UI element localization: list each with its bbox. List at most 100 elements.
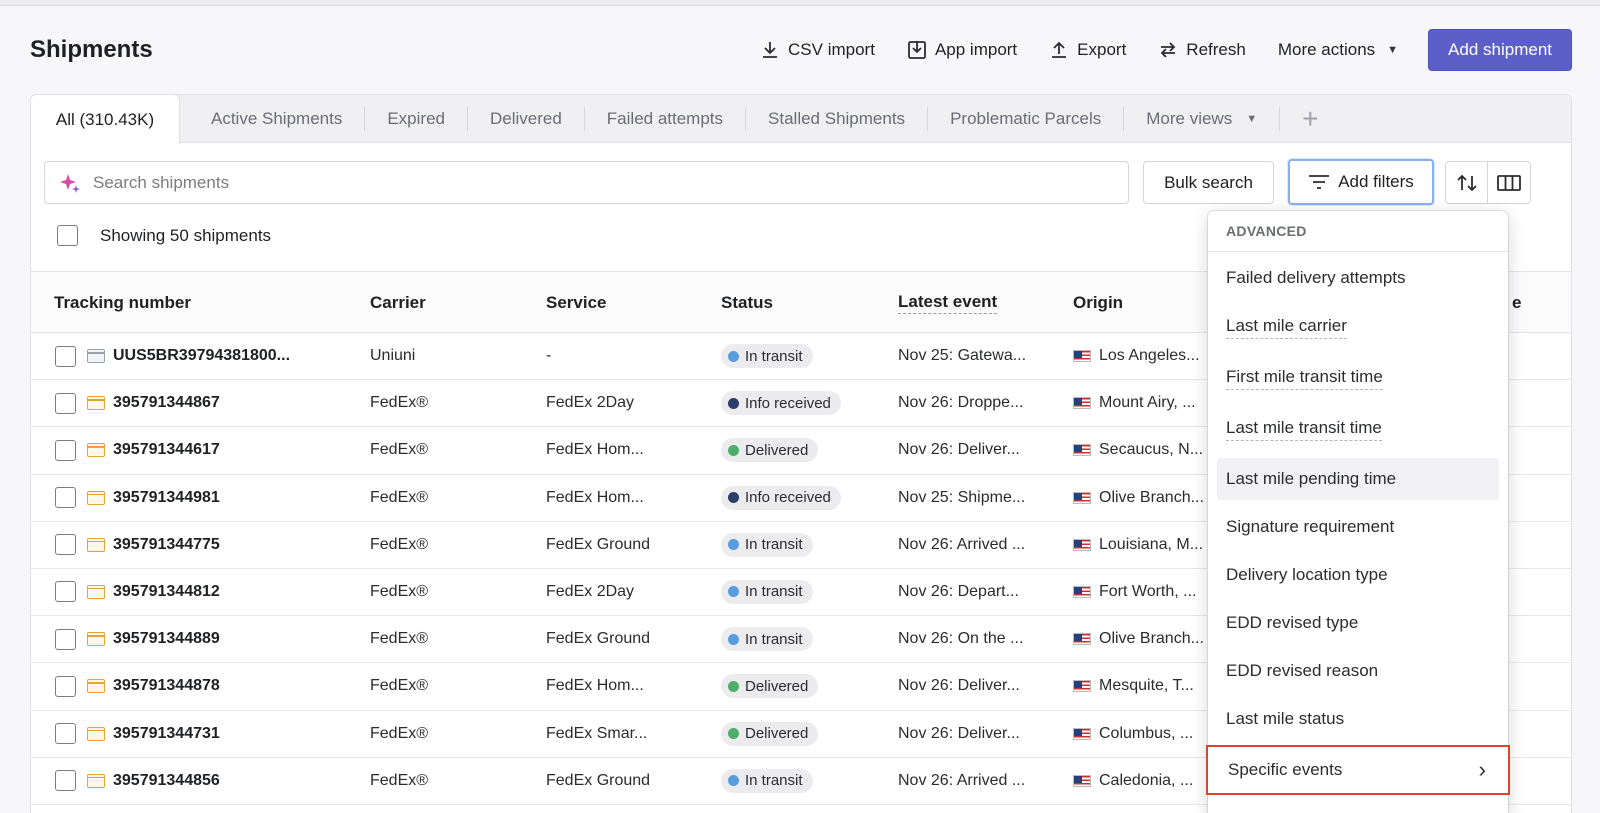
refresh-button[interactable]: Refresh	[1142, 30, 1262, 70]
filter-option[interactable]: First mile transit time	[1226, 367, 1383, 390]
tab-stalled-shipments[interactable]: Stalled Shipments	[746, 107, 929, 131]
column-header[interactable]: Carrier	[370, 272, 426, 333]
search-input[interactable]: Search shipments	[44, 161, 1129, 204]
tab-problematic-parcels[interactable]: Problematic Parcels	[928, 107, 1125, 131]
column-header[interactable]: e	[1512, 272, 1521, 333]
tab-expired[interactable]: Expired	[365, 107, 468, 131]
carrier-cell: FedEx®	[370, 488, 429, 506]
column-header[interactable]: Status	[721, 272, 773, 333]
bulk-search-button[interactable]: Bulk search	[1143, 161, 1274, 204]
carrier-cell: FedEx®	[370, 394, 429, 412]
filter-option[interactable]: Last mile status	[1226, 709, 1344, 729]
specific-events-label: Specific events	[1228, 760, 1343, 779]
filter-option[interactable]: EDD revised reason	[1226, 661, 1378, 681]
app-import-button[interactable]: App import	[891, 30, 1033, 70]
status-label: Info received	[745, 489, 831, 507]
column-header[interactable]: Tracking number	[54, 272, 191, 333]
filter-option[interactable]: Last mile transit time	[1226, 418, 1382, 441]
origin-label: Los Angeles...	[1099, 347, 1200, 364]
us-flag-icon	[1073, 491, 1091, 504]
sort-button[interactable]	[1446, 162, 1489, 203]
row-checkbox[interactable]	[55, 628, 76, 650]
row-checkbox[interactable]	[55, 487, 76, 509]
add-view-icon[interactable]: +	[1302, 105, 1318, 133]
dropdown-section-heading: ADVANCED	[1208, 211, 1508, 252]
status-dot-icon	[728, 680, 739, 692]
row-checkbox-cell	[55, 380, 76, 426]
row-checkbox[interactable]	[55, 534, 76, 556]
row-checkbox[interactable]	[55, 723, 76, 744]
tracking-number: 395791344731	[113, 724, 220, 742]
column-header[interactable]: Origin	[1073, 272, 1123, 333]
filter-option[interactable]: Signature requirement	[1226, 517, 1394, 537]
latest-event-cell: Nov 26: On the ...	[898, 630, 1024, 648]
carrier-cell: FedEx®	[370, 771, 429, 789]
tracking-cell[interactable]: UUS5BR39794381800...	[87, 333, 290, 379]
tracking-cell[interactable]: 395791344812	[87, 569, 220, 615]
tracking-cell[interactable]: 395791344775	[87, 522, 220, 568]
filter-option-label: First mile transit time	[1226, 367, 1383, 390]
filter-option-specific-events[interactable]: Specific events ›	[1206, 745, 1510, 795]
status-cell: Info received	[721, 475, 841, 521]
column-header-latest-event[interactable]: Latest event	[898, 272, 998, 333]
latest-event-cell: Nov 25: Shipme...	[898, 488, 1026, 506]
row-checkbox[interactable]	[55, 675, 76, 697]
origin-cell: Olive Branch...	[1073, 475, 1204, 521]
row-checkbox[interactable]	[55, 581, 76, 603]
tab-all[interactable]: All (310.43K)	[30, 94, 180, 144]
sparkle-icon	[60, 173, 80, 193]
row-checkbox-cell	[55, 475, 76, 521]
status-dot-icon	[728, 444, 739, 456]
tracking-cell[interactable]: 395791344867	[87, 380, 220, 426]
filter-option[interactable]: Delivery location type	[1226, 565, 1388, 585]
row-checkbox[interactable]	[55, 392, 76, 414]
column-header[interactable]: Service	[546, 272, 607, 333]
filter-option[interactable]: Failed delivery attempts	[1226, 268, 1406, 288]
more-actions-dropdown[interactable]: More actions ▼	[1262, 30, 1414, 70]
row-checkbox[interactable]	[55, 439, 76, 461]
status-dot-icon	[728, 586, 739, 598]
columns-button[interactable]	[1488, 162, 1530, 203]
api-source-icon	[87, 490, 105, 505]
sort-icon	[1456, 174, 1477, 191]
tracking-cell[interactable]: 395791344856	[87, 758, 220, 804]
add-shipment-button[interactable]: Add shipment	[1428, 29, 1572, 71]
status-dot-icon	[728, 775, 739, 787]
us-flag-icon	[1073, 397, 1091, 410]
status-cell: In transit	[721, 569, 813, 615]
origin-cell: Caledonia, ...	[1073, 758, 1193, 804]
status-badge: Delivered	[721, 674, 819, 699]
select-all-checkbox[interactable]	[57, 225, 78, 246]
tracking-cell[interactable]: 395791344981	[87, 475, 220, 521]
us-flag-icon	[1073, 538, 1091, 551]
chevron-right-icon: ›	[1478, 757, 1486, 782]
filter-option[interactable]: EDD revised type	[1226, 613, 1358, 633]
origin-cell: Secaucus, N...	[1073, 427, 1203, 473]
latest-event-cell: Nov 26: Deliver...	[898, 724, 1020, 742]
tracking-cell[interactable]: 395791344889	[87, 616, 220, 662]
export-button[interactable]: Export	[1033, 30, 1142, 70]
tab-more-views[interactable]: More views ▼	[1124, 107, 1281, 131]
app-import-icon	[908, 41, 926, 59]
filter-option[interactable]: Last mile pending time	[1226, 469, 1396, 489]
tracking-cell[interactable]: 395791344731	[87, 711, 220, 757]
tab-failed-attempts[interactable]: Failed attempts	[585, 107, 747, 131]
origin-cell: Los Angeles...	[1073, 333, 1200, 379]
us-flag-icon	[1073, 633, 1091, 646]
add-filters-button[interactable]: Add filters	[1288, 159, 1434, 205]
us-flag-icon	[1073, 774, 1091, 787]
service-cell: FedEx 2Day	[546, 394, 635, 412]
tab-delivered[interactable]: Delivered	[468, 107, 585, 131]
row-checkbox[interactable]	[55, 345, 76, 367]
row-checkbox-cell	[55, 569, 76, 615]
tracking-cell[interactable]: 395791344617	[87, 427, 220, 473]
filter-option[interactable]: Last mile carrier	[1226, 316, 1347, 339]
us-flag-icon	[1073, 350, 1091, 362]
tab-active-shipments[interactable]: Active Shipments	[189, 107, 366, 131]
tracking-number: 395791344981	[113, 488, 220, 506]
tracking-cell[interactable]: 395791344878	[87, 663, 220, 709]
service-cell: FedEx 2Day	[546, 582, 635, 600]
csv-import-button[interactable]: CSV import	[744, 30, 891, 70]
row-checkbox[interactable]	[55, 770, 76, 792]
status-label: In transit	[745, 583, 803, 601]
